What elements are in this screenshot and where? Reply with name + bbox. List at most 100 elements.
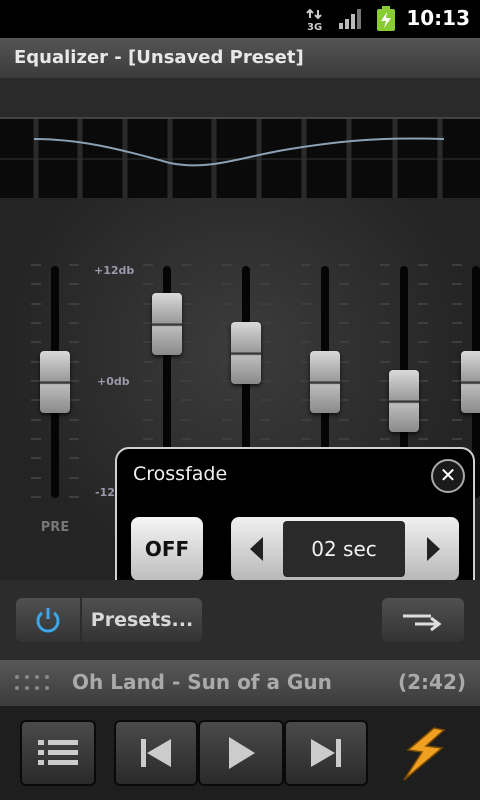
band-slider-knob[interactable] — [231, 322, 261, 384]
crossfade-duration-value: 02 sec — [283, 521, 405, 577]
increase-button[interactable] — [409, 517, 459, 581]
slider-tick — [181, 283, 191, 286]
band-slider-knob[interactable] — [152, 293, 182, 355]
slider-tick — [452, 341, 462, 344]
play-icon — [229, 737, 255, 769]
slider-tick — [418, 380, 428, 382]
slider-tick — [418, 418, 428, 421]
playlist-button[interactable] — [20, 720, 96, 786]
slider-tick — [222, 399, 232, 402]
slider-tick — [31, 457, 41, 460]
slider-tick — [69, 302, 79, 305]
slider-tick — [143, 380, 153, 382]
slider-tick — [418, 360, 428, 363]
skip-next-icon — [311, 739, 341, 767]
decrease-button[interactable] — [231, 517, 281, 581]
slider-tick — [418, 283, 428, 286]
slider-tick — [339, 418, 349, 421]
slider-tick — [339, 341, 349, 344]
slider-tick — [418, 399, 428, 402]
battery-charging-icon — [377, 6, 395, 31]
slider-tick — [452, 283, 462, 286]
eq-control-bar: Presets... — [0, 580, 480, 660]
lightning-logo-icon — [403, 727, 446, 781]
slider-tick — [301, 418, 311, 421]
slider-tick — [31, 264, 41, 266]
slider-tick — [260, 341, 270, 344]
slider-tick — [181, 438, 191, 440]
band-label-pre: PRE — [40, 520, 70, 535]
list-icon — [38, 740, 78, 765]
slider-tick — [380, 360, 390, 363]
crossfade-icon — [403, 614, 442, 632]
slider-tick — [31, 438, 41, 440]
slider-tick — [418, 341, 428, 344]
previous-button[interactable] — [114, 720, 198, 786]
track-title: Oh Land - Sun of a Gun — [72, 670, 332, 694]
svg-text:3G: 3G — [307, 22, 322, 32]
db-label-mid: +0db — [97, 375, 130, 388]
slider-tick — [380, 283, 390, 286]
slider-tick — [418, 322, 428, 324]
slider-tick — [69, 496, 79, 498]
band-slider-knob[interactable] — [389, 370, 419, 433]
slider-tick — [260, 283, 270, 286]
chevron-left-icon — [250, 537, 263, 561]
slider-tick — [181, 302, 191, 305]
close-button[interactable]: ✕ — [431, 459, 465, 493]
popup-title: Crossfade — [133, 463, 228, 485]
play-button[interactable] — [198, 720, 284, 786]
slider-tick — [339, 322, 349, 324]
slider-tick — [452, 302, 462, 305]
slider-tick — [380, 302, 390, 305]
slider-tick — [301, 302, 311, 305]
slider-tick — [222, 302, 232, 305]
slider-tick — [69, 457, 79, 460]
network-3g-icon: 3G — [306, 8, 322, 32]
signal-icon — [339, 9, 361, 29]
band-slider-knob[interactable] — [40, 351, 70, 413]
slider-tick — [301, 283, 311, 286]
band-slider-knob[interactable] — [461, 351, 480, 413]
next-button[interactable] — [284, 720, 368, 786]
crossfade-duration-stepper: 02 sec — [231, 517, 459, 581]
band-slider-knob[interactable] — [310, 351, 340, 413]
eq-power-button[interactable] — [16, 598, 80, 642]
presets-button[interactable]: Presets... — [82, 598, 202, 642]
slider-tick — [339, 399, 349, 402]
slider-tick — [143, 438, 153, 440]
slider-tick — [143, 399, 153, 402]
crossfade-button[interactable] — [382, 598, 464, 642]
slider-tick — [69, 476, 79, 479]
slider-tick — [69, 418, 79, 421]
slider-tick — [260, 418, 270, 421]
slider-tick — [143, 264, 153, 266]
app-logo-button[interactable] — [394, 724, 454, 784]
slider-tick — [380, 438, 390, 440]
slider-tick — [339, 438, 349, 440]
slider-tick — [260, 360, 270, 363]
slider-tick — [31, 283, 41, 286]
slider-tick — [418, 438, 428, 440]
slider-tick — [69, 283, 79, 286]
eq-curve — [0, 119, 480, 199]
slider-tick — [260, 322, 270, 324]
slider-tick — [452, 438, 462, 440]
slider-tick — [181, 360, 191, 363]
slider-tick — [181, 399, 191, 402]
close-icon: ✕ — [439, 463, 457, 487]
now-playing-bar[interactable]: Oh Land - Sun of a Gun (2:42) — [0, 660, 480, 706]
slider-tick — [181, 322, 191, 324]
title-bar: Equalizer - [Unsaved Preset] — [0, 38, 480, 79]
slider-tick — [69, 399, 79, 402]
slider-tick — [452, 418, 462, 421]
slider-tick — [380, 322, 390, 324]
slider-tick — [222, 283, 232, 286]
slider-tick — [301, 438, 311, 440]
slider-tick — [143, 283, 153, 286]
slider-tick — [69, 380, 79, 382]
transport-bar — [0, 706, 480, 800]
slider-tick — [181, 264, 191, 266]
crossfade-toggle-button[interactable]: OFF — [131, 517, 203, 581]
chevron-right-icon — [427, 537, 440, 561]
